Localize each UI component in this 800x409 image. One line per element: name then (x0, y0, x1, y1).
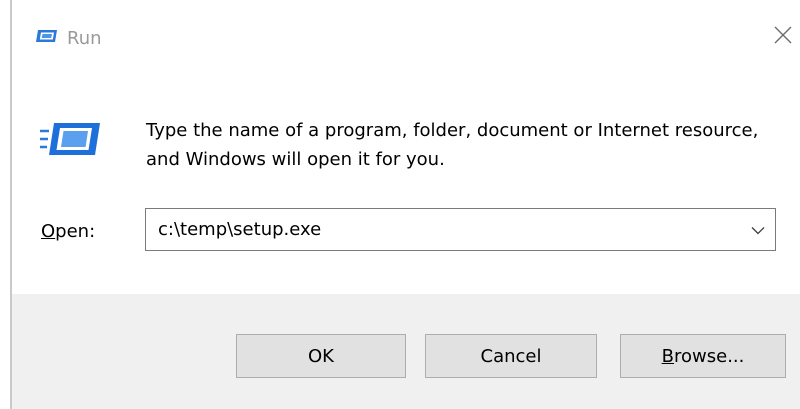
open-label: Open: (41, 220, 95, 244)
open-label-text: pen: (55, 221, 96, 242)
run-icon (35, 27, 59, 47)
dropdown-button[interactable] (741, 209, 775, 250)
browse-mnemonic: B (661, 345, 674, 367)
run-icon (40, 117, 100, 163)
browse-button[interactable]: Browse... (620, 334, 786, 378)
open-input[interactable] (158, 209, 718, 250)
close-button[interactable] (766, 20, 800, 54)
open-combobox[interactable] (145, 208, 776, 251)
ok-button[interactable]: OK (236, 334, 406, 378)
dialog-message: Type the name of a program, folder, docu… (146, 120, 759, 170)
cancel-button[interactable]: Cancel (425, 334, 597, 378)
open-label-mnemonic: O (41, 221, 56, 242)
browse-label: rowse... (674, 345, 745, 367)
chevron-down-icon (751, 220, 765, 239)
run-dialog: Run Type the name of a program, folder, … (0, 0, 800, 409)
button-bar: OK Cancel Browse... (12, 294, 800, 409)
window-title: Run (67, 28, 102, 49)
close-icon (773, 25, 793, 49)
title-bar[interactable]: Run (12, 0, 800, 78)
